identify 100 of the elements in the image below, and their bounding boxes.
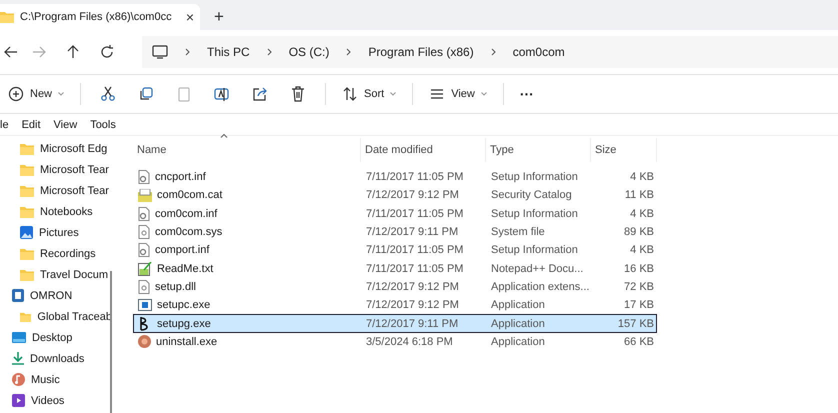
file-row[interactable]: cncport.inf 7/11/2017 11:05 PM Setup Information 4 KB: [133, 168, 657, 186]
desktop-icon: [12, 332, 26, 343]
menu-item[interactable]: Tools: [90, 118, 116, 130]
settings-file-icon: [138, 206, 150, 221]
nav-item[interactable]: Microsoft Tear: [40, 184, 109, 196]
close-tab-button[interactable]: ×: [180, 9, 200, 25]
sort-button[interactable]: Sort: [334, 79, 404, 109]
rename-icon: [214, 86, 230, 102]
type-cell-text: Application extens...: [490, 280, 590, 293]
file-row[interactable]: setupg.exe 7/12/2017 9:11 PM Application 157 KB: [133, 314, 657, 333]
date-cell-text: 7/11/2017 11:05 PM: [365, 208, 464, 220]
type-cell-text: Security Catalog: [490, 189, 573, 202]
file-row[interactable]: setup.dll 7/12/2017 9:12 PM Application extens... 72 KB: [133, 278, 657, 296]
image-icon: [20, 226, 33, 239]
file-name: setupc.exe: [157, 299, 210, 312]
disc-icon: [138, 335, 151, 348]
file-row[interactable]: com0com.inf 7/11/2017 11:05 PM Setup Information 4 KB: [133, 204, 657, 223]
size-cell-text: 4 KB: [629, 244, 655, 256]
new-tab-button[interactable]: +: [208, 7, 230, 27]
size-cell-text: 157 KB: [616, 318, 655, 330]
size-cell-text: 16 KB: [623, 262, 655, 275]
file-name: comport.inf: [155, 244, 210, 256]
folder-icon: [20, 184, 34, 196]
size-cell-text: 72 KB: [623, 280, 655, 293]
file-row[interactable]: uninstall.exe 3/5/2024 6:18 PM Application 66 KB: [133, 332, 657, 351]
file-name: ReadMe.txt: [157, 262, 214, 275]
folder-icon: [20, 310, 32, 322]
folder-icon: [20, 164, 34, 176]
scrollbar[interactable]: [110, 271, 112, 413]
forward-icon: [31, 44, 47, 60]
file-name: setup.dll: [155, 280, 196, 293]
more-button[interactable]: ···: [512, 79, 542, 109]
caret-icon: [58, 92, 64, 96]
menu-item[interactable]: le: [0, 118, 9, 130]
file-row[interactable]: comport.inf 7/11/2017 11:05 PM Setup Information 4 KB: [133, 241, 657, 260]
plus-circle-icon: [8, 86, 24, 102]
size-cell-text: 66 KB: [623, 336, 655, 348]
catalog-icon: [138, 188, 152, 202]
breadcrumb[interactable]: Program Files (x86): [368, 45, 474, 59]
tab-title: C:\Program Files (x86)\com0cc: [20, 11, 173, 23]
tab[interactable]: C:\Program Files (x86)\com0cc ×: [0, 4, 200, 30]
monitor-icon: [152, 44, 168, 60]
breadcrumb[interactable]: This PC: [207, 45, 250, 59]
size-cell-text: 11 KB: [624, 189, 655, 202]
column-header[interactable]: Size: [591, 138, 657, 162]
folder-icon: [0, 11, 14, 23]
file-row[interactable]: com0com.cat 7/12/2017 9:12 PM Security Catalog 11 KB: [133, 186, 657, 205]
type-cell-text: Application: [490, 299, 546, 312]
file-name: com0com.inf: [155, 208, 218, 220]
file-name: setupg.exe: [157, 318, 211, 330]
nav-item[interactable]: Downloads: [30, 352, 84, 364]
type-cell-text: Setup Information: [490, 208, 579, 220]
share-icon: [252, 86, 268, 102]
nav-item[interactable]: Pictures: [39, 226, 79, 238]
type-cell-text: System file: [490, 226, 546, 238]
address-bar[interactable]: This PC OS (C:) Program Files (x86) com0com: [142, 36, 838, 68]
nav-item[interactable]: Microsoft Edg: [40, 142, 108, 154]
size-cell-text: 4 KB: [629, 208, 655, 220]
date-cell-text: 7/12/2017 9:11 PM: [365, 226, 460, 238]
nav-item[interactable]: Recordings: [40, 248, 96, 260]
nav-item[interactable]: OMRON: [30, 290, 72, 302]
file-name: cncport.inf: [155, 171, 206, 184]
up-arrow-icon: [65, 44, 81, 60]
nav-item[interactable]: Notebooks: [40, 206, 93, 218]
column-header[interactable]: Date modified: [361, 138, 486, 162]
column-header[interactable]: Type: [486, 138, 591, 162]
date-cell-text: 7/11/2017 11:05 PM: [365, 171, 464, 184]
nav-item[interactable]: Desktop: [32, 332, 72, 344]
column-header[interactable]: Name: [133, 138, 361, 162]
nav-item[interactable]: Music: [31, 374, 60, 386]
date-cell-text: 7/12/2017 9:12 PM: [365, 280, 460, 293]
file-row[interactable]: ReadMe.txt 7/11/2017 11:05 PM Notepad++ Docu... 16 KB: [133, 259, 657, 278]
music-icon: [12, 373, 25, 386]
scissors-icon: [100, 86, 116, 102]
file-name: com0com.cat: [157, 189, 222, 202]
document-icon: [12, 289, 24, 302]
breadcrumb[interactable]: OS (C:): [288, 45, 330, 59]
type-cell-text: Setup Information: [490, 171, 579, 184]
type-cell-text: Application: [490, 336, 546, 348]
date-cell-text: 3/5/2024 6:18 PM: [365, 336, 454, 348]
caret-icon: [390, 92, 396, 96]
breadcrumb[interactable]: com0com: [512, 45, 565, 59]
file-name: uninstall.exe: [156, 336, 218, 348]
folder-icon: [20, 248, 34, 260]
new-button[interactable]: New: [0, 79, 72, 109]
view-button[interactable]: View: [421, 79, 495, 109]
menu-item[interactable]: Edit: [22, 118, 41, 130]
file-row[interactable]: com0com.sys 7/12/2017 9:11 PM System file 89 KB: [133, 222, 657, 242]
folder-icon: [20, 268, 34, 280]
nav-item[interactable]: Microsoft Tear: [40, 164, 109, 176]
notepad-icon: [138, 262, 152, 276]
video-icon: [12, 394, 25, 407]
size-cell-text: 17 KB: [623, 299, 655, 312]
clipboard-icon: [176, 86, 192, 102]
nav-item[interactable]: Travel Docum: [40, 268, 108, 280]
menu-item[interactable]: View: [54, 118, 78, 130]
nav-item[interactable]: Videos: [31, 394, 64, 406]
chevron-icon: [346, 48, 352, 56]
type-cell-text: Setup Information: [490, 244, 579, 256]
file-row[interactable]: setupc.exe 7/12/2017 9:12 PM Application 17 KB: [133, 296, 657, 314]
